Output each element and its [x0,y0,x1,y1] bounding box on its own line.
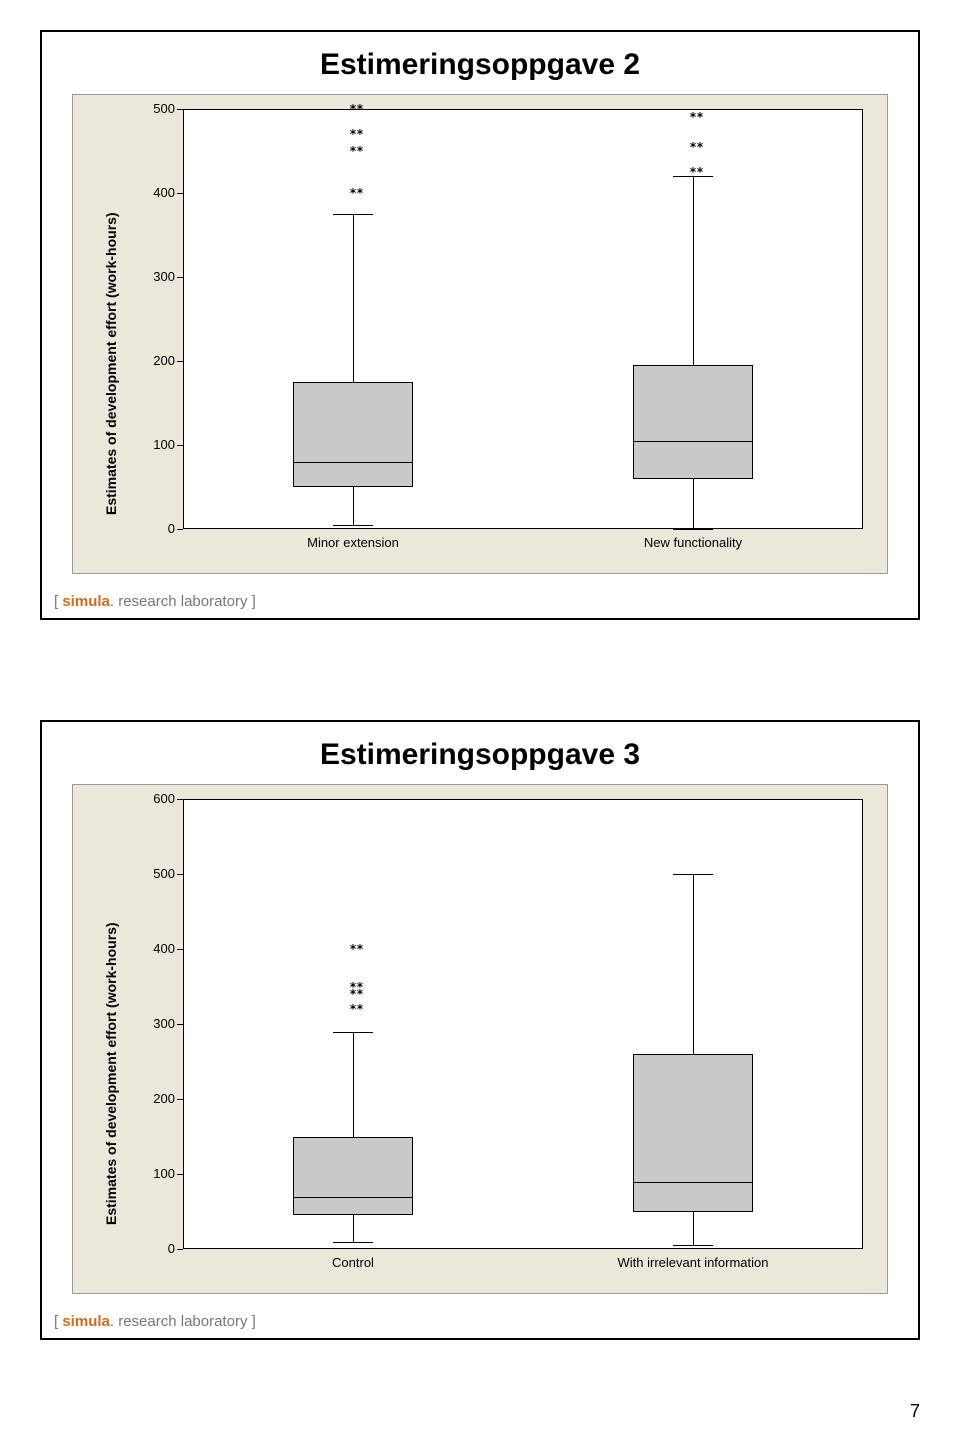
ytick-mark [177,799,183,800]
category-label: Minor extension [223,535,483,550]
slide-1-plot-area [183,109,863,529]
ytick-mark [177,529,183,530]
ytick-mark [177,1099,183,1100]
box-iqr [293,1137,413,1216]
outlier-point: * [696,110,703,124]
ytick-mark [177,949,183,950]
ytick-mark [177,277,183,278]
page-number: 7 [910,1401,920,1422]
ytick-label: 0 [135,1241,175,1256]
whisker-cap-lower [673,1245,713,1246]
whisker-lower [353,487,354,525]
box-iqr [633,365,753,478]
whisker-cap-lower [673,529,713,530]
ytick-mark [177,1024,183,1025]
slide-2-ylabel: Estimates of development effort (work-ho… [103,922,119,1225]
outlier-point: * [356,942,363,956]
slide-2: Estimeringsoppgave 3 Estimates of develo… [40,720,920,1340]
whisker-upper [693,874,694,1054]
whisker-lower [693,1212,694,1246]
outlier-point: * [356,102,363,116]
ytick-label: 500 [135,101,175,116]
slide-2-title: Estimeringsoppgave 3 [42,722,918,778]
ytick-label: 300 [135,1016,175,1031]
ytick-label: 500 [135,866,175,881]
slide-2-plot-area [183,799,863,1249]
ytick-label: 200 [135,1091,175,1106]
ytick-label: 200 [135,353,175,368]
ytick-label: 600 [135,791,175,806]
box-iqr [293,382,413,487]
whisker-lower [693,479,694,529]
whisker-cap-upper [673,874,713,875]
brand-footer: [ simula. research laboratory ] [54,593,256,610]
outlier-point: * [696,165,703,179]
ytick-mark [177,874,183,875]
category-label: Control [223,1255,483,1270]
ytick-label: 0 [135,521,175,536]
whisker-cap-lower [333,525,373,526]
category-label: New functionality [563,535,823,550]
brand-simula: simula [62,1313,110,1330]
ytick-label: 100 [135,437,175,452]
ytick-label: 100 [135,1166,175,1181]
slide-1: Estimeringsoppgave 2 Estimates of develo… [40,30,920,620]
box-median [633,1182,753,1183]
whisker-cap-upper [333,214,373,215]
slide-1-panel: Estimates of development effort (work-ho… [72,94,888,574]
outlier-point: * [356,127,363,141]
box-iqr [633,1054,753,1212]
ytick-mark [177,1249,183,1250]
ytick-mark [177,193,183,194]
box-median [633,441,753,442]
slide-1-ylabel: Estimates of development effort (work-ho… [103,212,119,515]
slide-2-panel: Estimates of development effort (work-ho… [72,784,888,1294]
outlier-point: * [696,140,703,154]
box-median [293,462,413,463]
whisker-upper [353,1032,354,1137]
whisker-upper [693,176,694,365]
ytick-mark [177,109,183,110]
brand-simula: simula [62,593,110,610]
ytick-label: 300 [135,269,175,284]
brand-footer: [ simula. research laboratory ] [54,1313,256,1330]
whisker-upper [353,214,354,382]
outlier-point: * [356,980,363,994]
ytick-mark [177,361,183,362]
whisker-cap-upper [333,1032,373,1033]
outlier-point: * [356,1002,363,1016]
outlier-point: * [356,144,363,158]
whisker-cap-lower [333,1242,373,1243]
outlier-point: * [356,186,363,200]
ytick-mark [177,1174,183,1175]
box-median [293,1197,413,1198]
ytick-label: 400 [135,185,175,200]
brand-rest: . research laboratory ] [110,1313,256,1330]
brand-rest: . research laboratory ] [110,593,256,610]
ytick-label: 400 [135,941,175,956]
slide-1-title: Estimeringsoppgave 2 [42,32,918,88]
whisker-lower [353,1215,354,1241]
category-label: With irrelevant information [563,1255,823,1270]
ytick-mark [177,445,183,446]
